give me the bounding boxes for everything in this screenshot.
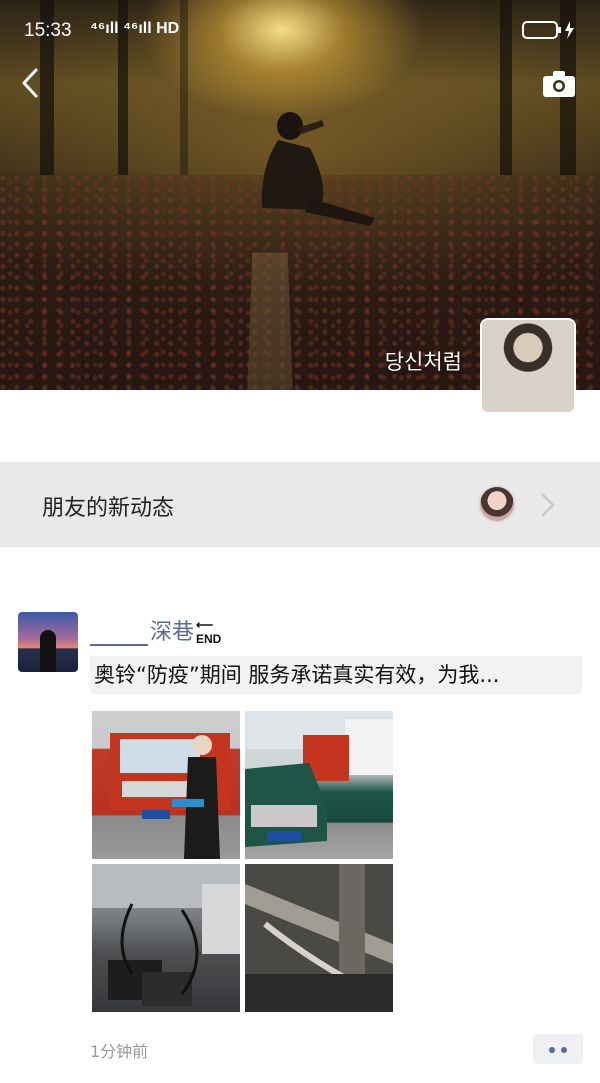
truck-inspection-photo: [110, 733, 230, 859]
undercarriage-photo: [245, 864, 393, 1012]
profile-avatar[interactable]: [480, 318, 576, 414]
author-name-text: 深巷: [150, 620, 195, 645]
author-name-underline: [90, 622, 148, 646]
cover-road: [247, 252, 293, 390]
post-photo-truck-inspection[interactable]: [92, 711, 240, 859]
post-photo-truck-fleet[interactable]: [245, 711, 393, 859]
avatar-figure: [40, 630, 56, 672]
truck-fleet-photo: [245, 711, 393, 847]
camera-icon: [543, 71, 575, 97]
camera-button[interactable]: [542, 70, 576, 98]
chevron-left-icon: [22, 68, 38, 98]
battery-charging-photo: [92, 864, 240, 1006]
author-badge: ⟵ END: [196, 618, 222, 646]
friend-updates-label: 朋友的新动态: [42, 496, 175, 521]
network-indicator: ⁴⁶ıll ⁴⁶ıll HD: [90, 20, 180, 37]
chevron-right-icon: [541, 493, 555, 517]
post-timestamp: 1分钟前: [90, 1042, 149, 1061]
profile-name: 당신처럼: [384, 350, 462, 374]
status-time: 15:33: [24, 20, 72, 41]
post-text[interactable]: 奥铃“防疫”期间 服务承诺真实有效，为我...: [90, 656, 582, 694]
back-button[interactable]: [16, 64, 46, 102]
battery-charging-icon: [522, 21, 574, 39]
post-photo-undercarriage[interactable]: [245, 864, 393, 1012]
updates-avatar: [478, 485, 516, 523]
more-dots-icon: [561, 1047, 567, 1053]
post-photo-battery[interactable]: [92, 864, 240, 1012]
cover-person: [261, 112, 375, 226]
more-dots-icon: [549, 1047, 555, 1053]
post-text-content: 奥铃“防疫”期间 服务承诺真实有效，为我...: [94, 663, 500, 687]
post-author-name[interactable]: 深巷 ⟵ END: [90, 614, 221, 646]
status-bar: 15:33 ⁴⁶ıll ⁴⁶ıll HD: [0, 0, 600, 60]
post-author-avatar[interactable]: [18, 612, 78, 672]
more-actions-button[interactable]: [533, 1034, 583, 1064]
